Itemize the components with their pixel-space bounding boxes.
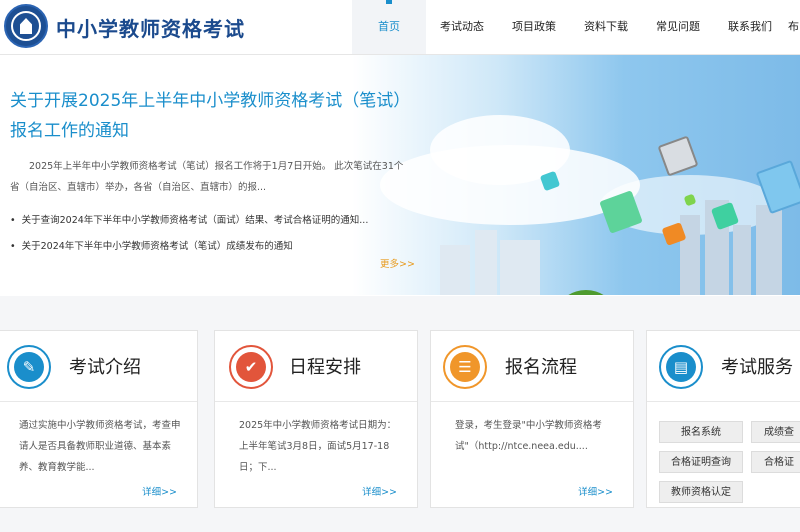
service-button[interactable]: 合格证	[751, 451, 800, 473]
main-nav: 首页 考试动态 项目政策 资料下载 常见问题 联系我们	[352, 0, 786, 54]
city-skyline	[440, 245, 470, 295]
card-schedule: ✔ 日程安排 2025年中小学教师资格考试日期为：上半年笔试3月8日，面试5月1…	[214, 330, 418, 508]
card-registration-process: ☰ 报名流程 登录，考生登录"中小学教师资格考试"（http://ntce.ne…	[430, 330, 634, 508]
city-skyline	[756, 205, 782, 295]
card-text: 2025年中小学教师资格考试日期为：上半年笔试3月8日，面试5月17-18日；下…	[239, 420, 397, 473]
featured-notice-summary: 2025年上半年中小学教师资格考试（笔试）报名工作将于1月7日开始。 此次笔试在…	[10, 161, 404, 193]
service-button[interactable]: 合格证明查询	[659, 451, 743, 473]
service-button[interactable]: 报名系统	[659, 421, 743, 443]
news-item[interactable]: 关于查询2024年下半年中小学教师资格考试（面试）结果、考试合格证明的通知...	[10, 208, 410, 234]
nav-home[interactable]: 首页	[352, 0, 426, 54]
nav-faq[interactable]: 常见问题	[642, 0, 714, 54]
city-skyline	[475, 230, 497, 295]
card-text: 登录，考生登录"中小学教师资格考试"（http://ntce.neea.edu.…	[455, 420, 602, 452]
form-icon: ☰	[443, 345, 487, 389]
service-button[interactable]: 教师资格认定	[659, 481, 743, 503]
card-title[interactable]: 考试服务	[721, 353, 793, 379]
card-detail-link[interactable]: 详细>>	[578, 484, 613, 498]
featured-notice-title[interactable]: 关于开展2025年上半年中小学教师资格考试（笔试）报名工作的通知	[10, 86, 410, 146]
card-title[interactable]: 考试介绍	[69, 353, 141, 379]
checkmark-icon: ✔	[229, 345, 273, 389]
nav-downloads[interactable]: 资料下载	[570, 0, 642, 54]
service-button[interactable]: 成绩查	[751, 421, 800, 443]
site-header: 中小学教师资格考试 首页 考试动态 项目政策 资料下载 常见问题 联系我们 布	[0, 0, 800, 55]
site-title[interactable]: 中小学教师资格考试	[56, 13, 245, 42]
more-news-link[interactable]: 更多>>	[380, 256, 415, 270]
nav-contact[interactable]: 联系我们	[714, 0, 786, 54]
news-item[interactable]: 关于2024年下半年中小学教师资格考试（笔试）成绩发布的通知	[10, 234, 410, 260]
card-detail-link[interactable]: 详细>>	[362, 484, 397, 498]
card-header: ▤ 考试服务	[647, 331, 800, 402]
tree-decoration	[560, 290, 612, 295]
site-logo-icon[interactable]	[4, 4, 48, 48]
card-title[interactable]: 日程安排	[289, 353, 361, 379]
card-title[interactable]: 报名流程	[505, 353, 577, 379]
card-detail-link[interactable]: 详细>>	[142, 484, 177, 498]
news-list: 关于查询2024年下半年中小学教师资格考试（面试）结果、考试合格证明的通知...…	[10, 208, 410, 260]
card-exam-intro: ✎ 考试介绍 通过实施中小学教师资格考试，考查申请人是否具备教师职业道德、基本素…	[0, 330, 198, 508]
nav-policies[interactable]: 项目政策	[498, 0, 570, 54]
contact-book-icon: ▤	[659, 345, 703, 389]
card-header: ☰ 报名流程	[431, 331, 633, 402]
nav-overflow-item[interactable]: 布	[788, 0, 799, 54]
card-header: ✔ 日程安排	[215, 331, 417, 402]
city-skyline	[733, 225, 751, 295]
document-edit-icon: ✎	[7, 345, 51, 389]
card-text: 通过实施中小学教师资格考试，考查申请人是否具备教师职业道德、基本素养、教育教学能…	[19, 420, 181, 473]
city-skyline	[680, 215, 700, 295]
nav-exam-news[interactable]: 考试动态	[426, 0, 498, 54]
card-header: ✎ 考试介绍	[0, 331, 197, 402]
card-exam-services: ▤ 考试服务 报名系统 成绩查 合格证明查询 合格证 教师资格认定	[646, 330, 800, 508]
cube-decoration	[657, 135, 699, 177]
city-skyline	[500, 240, 540, 295]
